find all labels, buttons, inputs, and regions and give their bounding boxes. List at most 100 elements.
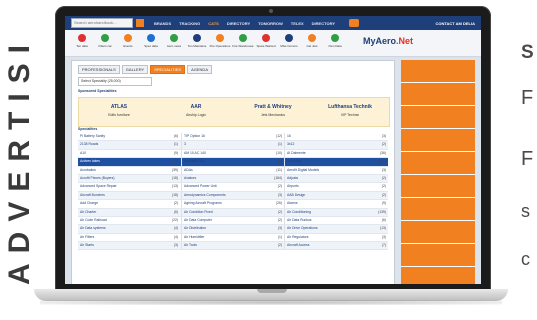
nav-link[interactable]: DIRECTORY — [227, 21, 250, 26]
speciality-name[interactable]: 16 — [287, 133, 291, 140]
speciality-name[interactable]: Air Starts — [80, 242, 94, 249]
speciality-name[interactable]: Acrofight Ops — [184, 158, 205, 165]
speciality-name[interactable]: Advanced Space Repair — [80, 183, 117, 190]
speciality-name[interactable]: Aircraft Access — [287, 242, 309, 249]
speciality-cell[interactable]: AAB Design (2) — [284, 191, 389, 200]
category-shortcut[interactable]: Cat Jets — [301, 34, 323, 48]
speciality-cell[interactable]: Air Starts (3) — [78, 242, 181, 249]
speciality-name[interactable]: AAB Design — [287, 192, 305, 199]
speciality-cell[interactable]: Air Condition Fixed (2) — [181, 208, 285, 216]
speciality-cell[interactable]: Add Charge (2) — [78, 200, 181, 207]
speciality-select[interactable]: Select Speciality (25,000) — [78, 77, 152, 86]
speciality-name[interactable]: Air Data Computer — [184, 217, 212, 224]
speciality-cell[interactable]: Ageing Aircraft Programs (26) — [181, 200, 285, 208]
speciality-name[interactable]: A10 — [80, 150, 86, 157]
speciality-cell[interactable]: Aircraft Access (7) — [284, 242, 389, 250]
speciality-name[interactable]: Air Conditioning — [287, 209, 311, 216]
category-shortcut[interactable]: Fire Warehouse — [232, 34, 254, 48]
speciality-name[interactable]: Air Filters — [80, 234, 94, 241]
nav-link[interactable]: BRANDS — [154, 21, 171, 26]
speciality-cell[interactable]: Air Regulators (3) — [284, 233, 389, 242]
speciality-cell[interactable]: 16 (3) — [284, 133, 389, 141]
speciality-cell[interactable]: Air Data systems (4) — [78, 225, 181, 232]
speciality-cell[interactable]: Advanced Power Unit (2) — [181, 183, 285, 191]
speciality-cell[interactable]: Advanced Space Repair (13) — [78, 183, 181, 190]
speciality-name[interactable]: Advanced Power Unit — [184, 183, 217, 190]
speciality-name[interactable]: Air Charter — [80, 209, 96, 216]
search-input[interactable]: Search aerohandbook... — [71, 18, 133, 28]
speciality-name[interactable]: Air Data systems — [80, 225, 106, 232]
speciality-cell[interactable]: Actuators (107) — [284, 158, 389, 166]
speciality-cell[interactable]: Air Tools (2) — [181, 242, 285, 250]
speciality-name[interactable]: ADAs — [184, 167, 193, 174]
category-shortcut[interactable]: Filters cat — [94, 34, 116, 48]
speciality-name[interactable]: Adjusts — [287, 175, 298, 182]
speciality-name[interactable]: Airports — [287, 183, 299, 190]
speciality-name[interactable]: Air Humidifier — [184, 234, 204, 241]
speciality-cell[interactable]: 2138 Roads (1) — [78, 141, 181, 148]
speciality-name[interactable]: Air Data Ruckus — [287, 217, 312, 224]
speciality-cell[interactable]: Aviators (184) — [181, 174, 285, 183]
sponsor-card[interactable]: Pratt & Whitney Jets Mechanics — [237, 101, 309, 117]
search-button[interactable] — [136, 19, 144, 27]
speciality-name[interactable]: Actuators — [287, 158, 301, 165]
speciality-name[interactable]: Pl Battery Sanity — [80, 133, 105, 140]
speciality-cell[interactable]: Air Charter (6) — [78, 209, 181, 216]
category-shortcut[interactable]: Own Data — [324, 34, 346, 48]
speciality-cell[interactable]: Airports (2) — [284, 183, 389, 191]
speciality-cell[interactable]: Aerodynamics Components (3) — [181, 191, 285, 200]
speciality-name[interactable]: Air Condition Fixed — [184, 209, 213, 216]
sponsor-card[interactable]: Lufthansa Technik VIP Technic — [314, 101, 386, 117]
speciality-cell[interactable]: Air Code Railroad (22) — [78, 217, 181, 224]
speciality-cell[interactable]: Air Filters (4) — [78, 234, 181, 241]
nav-link[interactable]: TOMORROW — [258, 21, 283, 26]
speciality-name[interactable]: AI Dalmente — [287, 150, 306, 157]
speciality-cell[interactable]: ADAs (11) — [181, 166, 285, 174]
speciality-name[interactable]: 3x12 — [287, 141, 294, 148]
speciality-cell[interactable]: Air Conditioning (139) — [284, 208, 389, 216]
category-shortcut[interactable]: Ten Maintains — [186, 34, 208, 48]
speciality-cell[interactable]: Air Distribution (3) — [181, 225, 285, 233]
speciality-cell[interactable]: 3x12 (2) — [284, 141, 389, 149]
speciality-cell[interactable]: Air Data Ruckus (6) — [284, 216, 389, 225]
speciality-cell[interactable]: AM 10 AC 140 (10) — [181, 149, 285, 158]
category-shortcut[interactable]: Fire Operations — [209, 34, 231, 48]
speciality-name[interactable]: TIP Option 16 — [184, 133, 205, 140]
speciality-cell[interactable]: Pl Battery Sanity (6) — [78, 133, 181, 140]
speciality-name[interactable]: Air Drive Operations — [287, 225, 318, 232]
sponsor-card[interactable]: ATLAS Edits furniture — [83, 101, 155, 117]
speciality-name[interactable]: Acrofit Pieces (Buyers) — [80, 175, 114, 182]
speciality-name[interactable]: Aviators — [184, 175, 196, 182]
speciality-cell[interactable]: Acrofight Ops (5) — [181, 158, 285, 166]
speciality-name[interactable]: Air Distribution — [184, 225, 206, 232]
account-link[interactable]: CONTACT AM DELIA — [435, 21, 475, 26]
speciality-cell[interactable]: Air Humidifier (1) — [181, 233, 285, 242]
speciality-cell[interactable]: Air Data Computer (2) — [181, 216, 285, 225]
speciality-cell[interactable]: Adjusts (2) — [284, 174, 389, 183]
speciality-cell[interactable]: Alarms (9) — [284, 200, 389, 208]
plane-icon[interactable] — [349, 19, 359, 27]
speciality-cell[interactable]: Actives takes (7) — [78, 158, 181, 165]
speciality-name[interactable]: Aerofit Digital Models — [287, 167, 319, 174]
category-shortcut[interactable]: Spare Wanted — [255, 34, 277, 48]
tab-agenda[interactable]: AGENDA — [187, 65, 212, 74]
speciality-name[interactable]: Aerodynamics Components — [184, 192, 226, 199]
speciality-cell[interactable]: 3 (1) — [181, 141, 285, 149]
speciality-cell[interactable]: Aircraft Bunches (18) — [78, 192, 181, 199]
tab-specialities[interactable]: SPECIALITIES — [150, 65, 186, 74]
speciality-name[interactable]: Add Charge — [80, 200, 98, 207]
speciality-name[interactable]: Alarms — [287, 200, 298, 207]
speciality-name[interactable]: Ageing Aircraft Programs — [184, 200, 222, 207]
site-logo[interactable]: MyAero.Net — [363, 36, 413, 46]
speciality-cell[interactable]: Aerofit Digital Models (3) — [284, 166, 389, 174]
speciality-cell[interactable]: Air Drive Operations (13) — [284, 225, 389, 233]
speciality-cell[interactable]: A10 (9) — [78, 150, 181, 157]
speciality-name[interactable]: AM 10 AC 140 — [184, 150, 206, 157]
speciality-name[interactable]: Air Code Railroad — [80, 217, 107, 224]
speciality-name[interactable]: Air Regulators — [287, 234, 308, 241]
category-shortcut[interactable]: Miss Comms — [278, 34, 300, 48]
speciality-cell[interactable]: TIP Option 16 (12) — [181, 133, 285, 141]
speciality-cell[interactable]: AI Dalmente (36) — [284, 149, 389, 158]
speciality-name[interactable]: Actives takes — [80, 158, 100, 165]
sponsor-card[interactable]: AAR Airship Logic — [160, 101, 232, 117]
